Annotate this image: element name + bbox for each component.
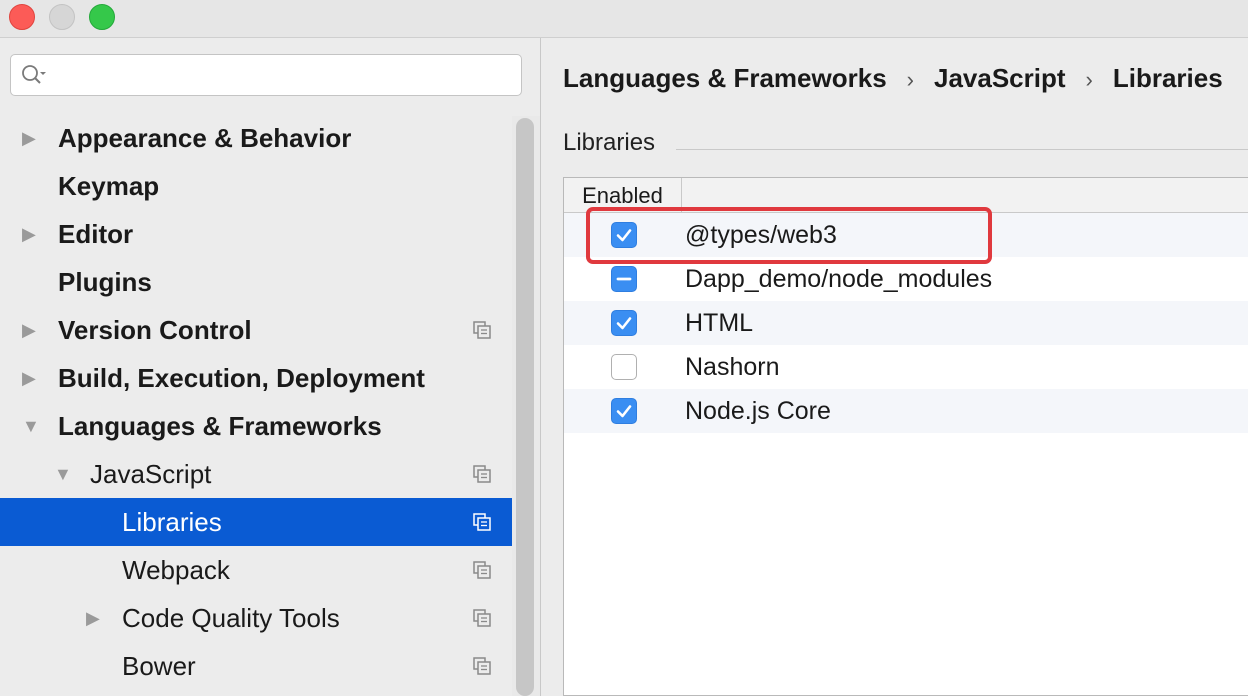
project-scope-icon [473, 465, 491, 483]
library-row[interactable]: HTML [564, 301, 1248, 345]
library-name: Nashorn [685, 353, 780, 381]
collapsed-arrow-icon[interactable]: ▶ [86, 594, 100, 642]
breadcrumb: Languages & Frameworks › JavaScript › Librar… [563, 58, 1223, 98]
breadcrumb-item[interactable]: Languages & Frameworks [563, 58, 887, 98]
search-box[interactable] [10, 54, 522, 96]
sidebar-item[interactable]: Libraries [0, 498, 512, 546]
annotation-highlight-box [586, 207, 992, 264]
section-divider [676, 149, 1248, 150]
project-scope-icon [473, 321, 491, 339]
checkmark-icon [616, 405, 632, 418]
library-name: Node.js Core [685, 397, 831, 425]
sidebar-item[interactable]: ▶ Editor [0, 210, 512, 258]
sidebar-item[interactable]: ▶ Build, Execution, Deployment [0, 354, 512, 402]
sidebar-item-label: Build, Execution, Deployment [58, 363, 425, 393]
sidebar-item-label: Webpack [122, 555, 230, 585]
dash-icon [616, 277, 632, 281]
collapsed-arrow-icon[interactable]: ▶ [22, 306, 36, 354]
sidebar-item-label: Bower [122, 651, 196, 681]
collapsed-arrow-icon[interactable]: ▶ [22, 354, 36, 402]
section-title: Libraries [563, 129, 656, 156]
checkbox-indeterminate[interactable] [611, 266, 637, 292]
settings-sidebar: ▶ Appearance & Behavior Keymap ▶ Editor Plugi… [0, 38, 541, 696]
search-icon[interactable] [21, 64, 47, 86]
project-scope-icon [473, 561, 491, 579]
sidebar-item[interactable]: ▶ Code Quality Tools [0, 594, 512, 642]
zoom-window-button[interactable] [89, 4, 115, 30]
library-name: HTML [685, 309, 754, 337]
close-window-button[interactable] [9, 4, 35, 30]
project-scope-icon [473, 609, 491, 627]
project-scope-icon [473, 657, 491, 675]
sidebar-scrollbar-thumb[interactable] [516, 118, 534, 696]
sidebar-item-label: Libraries [122, 507, 222, 537]
sidebar-item[interactable]: ▼ JavaScript [0, 450, 512, 498]
library-row[interactable]: Node.js Core [564, 389, 1248, 433]
sidebar-item[interactable]: Bower [0, 642, 512, 690]
sidebar-item[interactable]: Webpack [0, 546, 512, 594]
breadcrumb-separator: › [1085, 67, 1093, 92]
sidebar-item[interactable]: ▶ Version Control [0, 306, 512, 354]
checkbox-checked[interactable] [611, 398, 637, 424]
minimize-window-button[interactable] [49, 4, 75, 30]
breadcrumb-item: Libraries [1112, 63, 1223, 93]
checkbox-unchecked[interactable] [611, 354, 637, 380]
collapsed-arrow-icon[interactable]: ▶ [22, 114, 36, 162]
sidebar-item-label: Appearance & Behavior [58, 123, 352, 153]
sidebar-item-label: Plugins [58, 267, 152, 297]
sidebar-item[interactable]: Keymap [0, 162, 512, 210]
sidebar-item-label: Keymap [58, 171, 160, 201]
project-scope-icon [473, 513, 491, 531]
library-row[interactable]: Nashorn [564, 345, 1248, 389]
sidebar-item-label: Version Control [58, 315, 252, 345]
checkmark-icon [616, 317, 632, 330]
sidebar-item-label: Editor [58, 219, 134, 249]
search-input[interactable] [57, 61, 516, 91]
breadcrumb-item[interactable]: JavaScript [934, 58, 1066, 98]
sidebar-item[interactable]: Plugins [0, 258, 512, 306]
breadcrumb-separator: › [906, 67, 914, 92]
expanded-arrow-icon[interactable]: ▼ [22, 402, 40, 450]
collapsed-arrow-icon[interactable]: ▶ [22, 210, 36, 258]
sidebar-item[interactable]: ▼ Languages & Frameworks [0, 402, 512, 450]
settings-content-panel: Languages & Frameworks › JavaScript › Librar… [541, 38, 1248, 696]
sidebar-item[interactable]: ▶ Appearance & Behavior [0, 114, 512, 162]
title-bar [0, 0, 1248, 38]
sidebar-item-label: JavaScript [90, 459, 212, 489]
sidebar-item-label: Code Quality Tools [122, 603, 340, 633]
checkbox-checked[interactable] [611, 310, 637, 336]
sidebar-item-label: Languages & Frameworks [58, 411, 382, 441]
expanded-arrow-icon[interactable]: ▼ [54, 450, 72, 498]
